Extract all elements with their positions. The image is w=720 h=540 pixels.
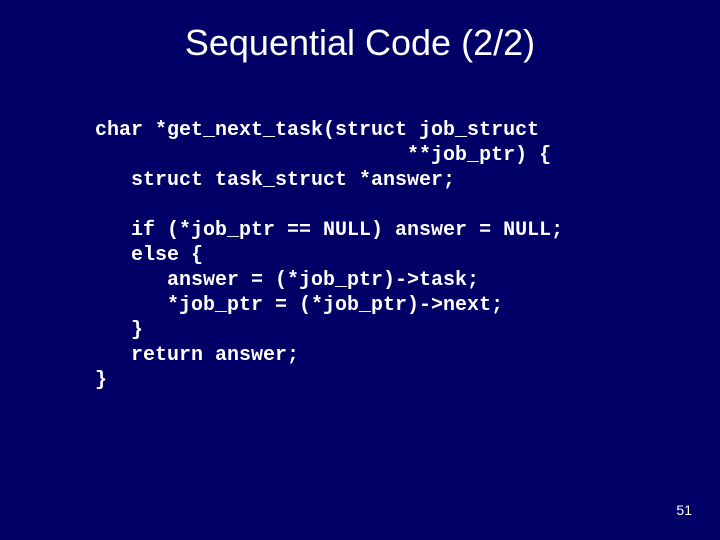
page-number: 51 [676,502,692,518]
code-block: char *get_next_task(struct job_struct **… [95,118,720,393]
slide-title: Sequential Code (2/2) [0,0,720,64]
